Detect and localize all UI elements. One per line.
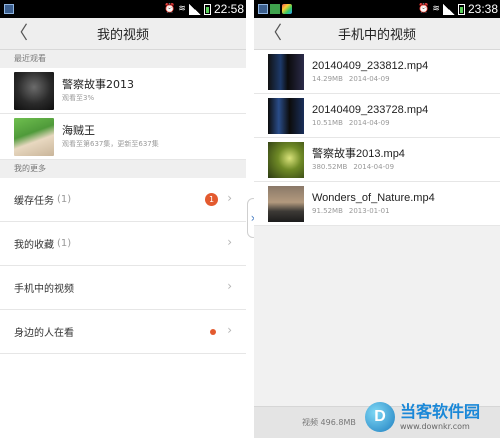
wifi-icon: ≋ — [178, 4, 186, 14]
chevron-right-icon: › — [227, 279, 232, 293]
file-meta: 91.52MB 2013-01-01 — [312, 205, 435, 217]
menu-label: 身边的人在看 — [14, 328, 74, 339]
alarm-icon: ⏰ — [164, 4, 176, 14]
video-thumbnail — [14, 117, 54, 156]
status-time: 22:58 — [213, 2, 244, 16]
page-title: 手机中的视频 — [337, 28, 416, 43]
recent-title: 警察故事2013 — [62, 77, 134, 91]
file-item[interactable]: 警察故事2013.mp4 380.52MB 2014-04-09 — [254, 138, 500, 182]
back-arrow-icon[interactable]: 〈 — [264, 24, 282, 44]
recent-item-police-story[interactable]: 警察故事2013 观看至3% — [0, 68, 246, 114]
file-size: 380.52MB — [312, 162, 348, 171]
menu-item-nearby-watching[interactable]: 身边的人在看 › — [0, 310, 246, 354]
notification-icons — [258, 2, 292, 16]
recent-section-header: 最近观看 — [0, 50, 246, 68]
status-bar: ⏰ ≋ 23:38 — [254, 0, 500, 18]
status-bar: ⏰ ≋ 22:58 — [0, 0, 246, 18]
recent-title: 海贼王 — [62, 123, 95, 137]
file-name: 20140409_233728.mp4 — [312, 103, 429, 116]
alarm-icon: ⏰ — [418, 4, 430, 14]
watermark-logo-icon: D — [365, 402, 395, 432]
menu-item-favorites[interactable]: 我的收藏 (1) › — [0, 222, 246, 266]
file-date: 2014-04-09 — [348, 118, 390, 127]
page-title: 我的视频 — [96, 28, 149, 43]
file-item[interactable]: 20140409_233728.mp4 10.51MB 2014-04-09 — [254, 94, 500, 138]
battery-icon — [203, 3, 211, 15]
usb-icon — [4, 3, 14, 14]
menu-item-cache-tasks[interactable]: 缓存任务 (1) 1 › — [0, 178, 246, 222]
menu-count: (1) — [57, 194, 72, 205]
file-meta: 14.29MB 2014-04-09 — [312, 73, 428, 85]
status-icons: ⏰ ≋ 22:58 — [164, 2, 244, 16]
file-item[interactable]: 20140409_233812.mp4 14.29MB 2014-04-09 — [254, 50, 500, 94]
app-icon — [282, 3, 292, 14]
recent-progress: 观看至3% — [62, 93, 95, 102]
video-thumbnail — [14, 71, 54, 110]
new-dot-indicator — [210, 329, 216, 335]
signal-icon — [188, 3, 201, 15]
menu-label: 我的收藏 — [14, 240, 54, 251]
file-name: Wonders_of_Nature.mp4 — [312, 191, 435, 204]
video-thumbnail — [268, 185, 304, 222]
phone-videos-screen: ⏰ ≋ 23:38 〈 手机中的视频 20140409_233812.mp4 1… — [254, 0, 500, 438]
wifi-icon: ≋ — [432, 4, 440, 14]
file-size: 14.29MB — [312, 74, 343, 83]
video-thumbnail — [268, 141, 304, 178]
menu-count: (1) — [57, 238, 72, 249]
my-videos-screen: ⏰ ≋ 22:58 〈 我的视频 最近观看 警察故事2013 观看至3% 海贼王… — [0, 0, 246, 438]
menu-label: 缓存任务 — [14, 196, 54, 207]
notification-badge: 1 — [205, 193, 218, 206]
file-name: 20140409_233812.mp4 — [312, 59, 429, 72]
watermark-name: 当客软件园 — [400, 402, 481, 421]
file-meta: 10.51MB 2014-04-09 — [312, 117, 428, 129]
chevron-right-icon: › — [227, 191, 232, 205]
status-icons: ⏰ ≋ 23:38 — [418, 2, 498, 16]
file-name: 警察故事2013.mp4 — [312, 147, 405, 160]
recent-progress: 观看至第637集，更新至637集 — [62, 139, 159, 148]
title-bar: 〈 手机中的视频 — [254, 18, 500, 50]
file-date: 2014-04-09 — [348, 74, 390, 83]
notification-icons — [4, 2, 16, 16]
file-meta: 380.52MB 2014-04-09 — [312, 161, 405, 173]
video-thumbnail — [268, 53, 304, 90]
recent-item-one-piece[interactable]: 海贼王 观看至第637集，更新至637集 — [0, 114, 246, 160]
title-bar: 〈 我的视频 — [0, 18, 246, 50]
site-watermark: D 当客软件园 www.downkr.com — [365, 396, 500, 438]
menu-item-phone-videos[interactable]: 手机中的视频 › — [0, 266, 246, 310]
check-icon — [270, 3, 280, 14]
chevron-right-icon: › — [227, 323, 232, 337]
battery-icon — [457, 3, 465, 15]
chevron-right-icon: › — [227, 235, 232, 249]
usb-icon — [258, 3, 268, 14]
file-date: 2014-04-09 — [353, 162, 395, 171]
more-section-header: 我的更多 — [0, 160, 246, 178]
file-size: 10.51MB — [312, 118, 343, 127]
video-thumbnail — [268, 97, 304, 134]
back-arrow-icon[interactable]: 〈 — [10, 24, 28, 44]
status-time: 23:38 — [467, 2, 498, 16]
watermark-url: www.downkr.com — [400, 422, 470, 431]
signal-icon — [442, 3, 455, 15]
file-item[interactable]: Wonders_of_Nature.mp4 91.52MB 2013-01-01 — [254, 182, 500, 226]
file-date: 2013-01-01 — [348, 206, 390, 215]
menu-label: 手机中的视频 — [14, 284, 74, 295]
file-size: 91.52MB — [312, 206, 343, 215]
